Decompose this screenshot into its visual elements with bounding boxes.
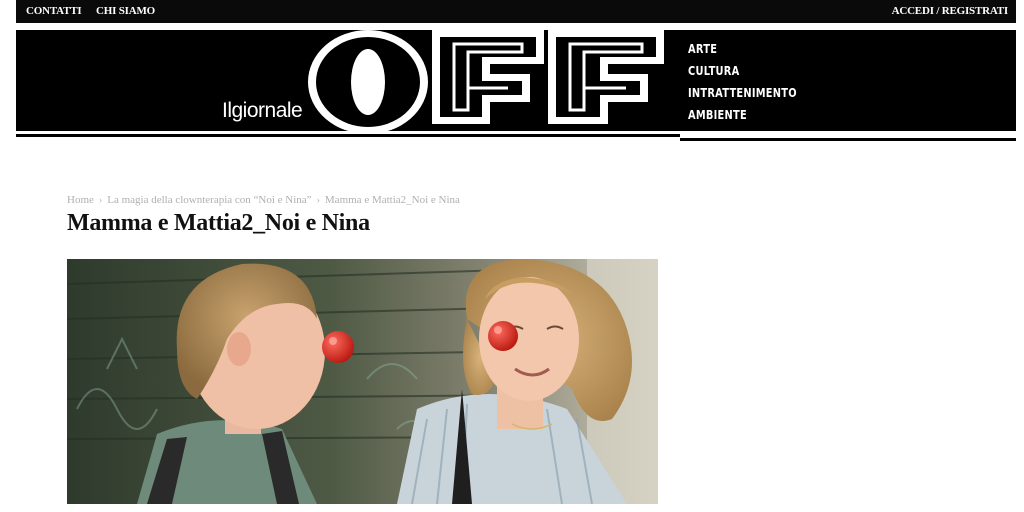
breadcrumb-separator: ›	[98, 195, 103, 206]
article-photo[interactable]	[67, 259, 658, 504]
login-register-link[interactable]: ACCEDI / REGISTRATI	[892, 5, 1009, 17]
header-rule-right	[680, 138, 1016, 141]
breadcrumb-separator: ›	[316, 195, 320, 206]
page-title: Mamma e Mattia2_Noi e Nina	[67, 210, 370, 236]
breadcrumb-current: Mamma e Mattia2_Noi e Nina	[324, 194, 460, 206]
site-header: Ilgiornale ARTE CULTURA INTRATTENIMENTO …	[16, 30, 1016, 141]
photo-illustration	[67, 259, 658, 504]
nav-item-intrattenimento[interactable]: INTRATTENIMENTO	[688, 82, 797, 104]
category-nav: ARTE CULTURA INTRATTENIMENTO AMBIENTE	[688, 38, 821, 126]
top-bar: CONTATTI CHI SIAMO ACCEDI / REGISTRATI	[16, 0, 1016, 23]
contatti-link[interactable]: CONTATTI	[26, 5, 82, 17]
nav-item-arte[interactable]: ARTE	[688, 38, 797, 60]
top-links: CONTATTI CHI SIAMO	[26, 5, 167, 17]
breadcrumb-parent[interactable]: La magia della clownterapia con “Noi e N…	[107, 194, 311, 206]
nav-item-cultura[interactable]: CULTURA	[688, 60, 797, 82]
chi-siamo-link[interactable]: CHI SIAMO	[96, 5, 155, 17]
nav-item-ambiente[interactable]: AMBIENTE	[688, 104, 797, 126]
off-logo[interactable]	[304, 24, 680, 138]
ilgiornale-brand[interactable]: Ilgiornale	[222, 99, 303, 123]
breadcrumb: Home › La magia della clownterapia con “No…	[67, 194, 460, 206]
breadcrumb-home[interactable]: Home	[67, 194, 94, 206]
